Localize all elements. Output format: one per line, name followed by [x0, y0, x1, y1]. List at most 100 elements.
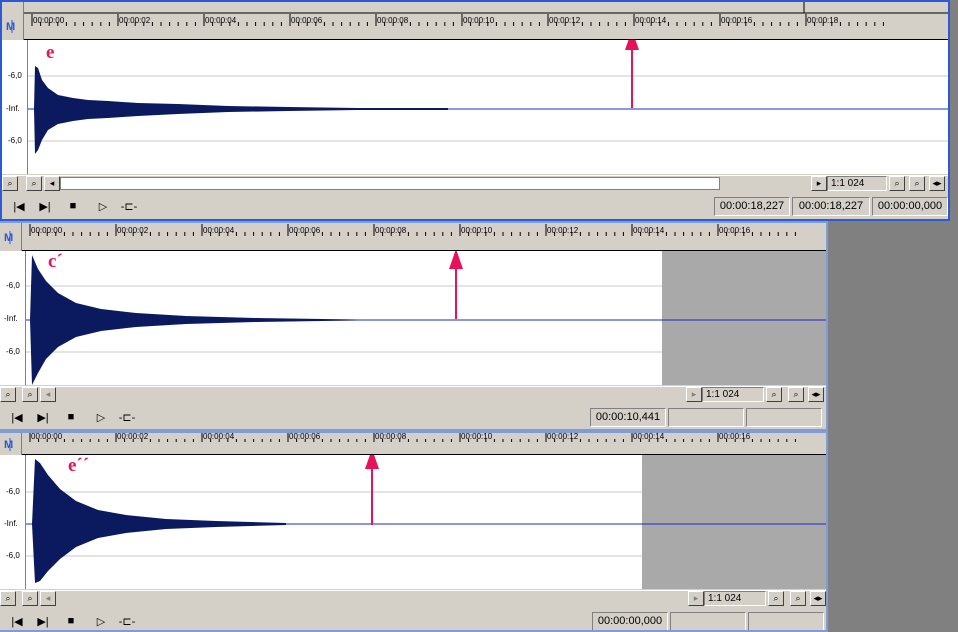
- waveform-svg: [26, 255, 826, 385]
- cursor-time-field: 00:00:10,441: [590, 408, 666, 427]
- svg-text:M: M: [6, 21, 15, 33]
- scroll-left-button[interactable]: ◂: [40, 387, 56, 402]
- svg-text:M: M: [4, 439, 13, 451]
- position-arrow: [365, 455, 379, 525]
- time-ruler[interactable]: 00:00:00 00:00:02 00:00:04 00:00:06 00:00:08…: [22, 433, 826, 455]
- timecode-icon: M: [4, 231, 13, 244]
- selection-end-field: [670, 612, 746, 630]
- go-to-end-button[interactable]: ▶|: [36, 198, 54, 214]
- zoom-in-icon: ⌕: [27, 389, 33, 399]
- zoom-in-button[interactable]: ⌕: [22, 387, 38, 402]
- zoom-fit-button[interactable]: ◂▸: [810, 591, 826, 606]
- scroll-right-button[interactable]: ▸: [686, 387, 702, 402]
- scroll-left-button[interactable]: ◂: [40, 591, 56, 606]
- ruler-corner: M: [2, 2, 24, 40]
- zoom-out-icon: ⌕: [771, 389, 777, 399]
- go-to-start-button[interactable]: |◀: [8, 613, 26, 629]
- scroll-left-button[interactable]: ◂: [44, 176, 60, 191]
- zoom-in-button[interactable]: ⌕: [909, 176, 925, 191]
- go-to-start-icon: |◀: [11, 615, 23, 628]
- zoom-in-button[interactable]: ⌕: [26, 176, 42, 191]
- selection-length-field: [748, 612, 824, 630]
- zoom-out-icon: ⌕: [5, 593, 11, 603]
- time-ruler[interactable]: 00:00:00 00:00:02 00:00:04 00:00:06 00:00:08…: [24, 2, 948, 40]
- waveform-area[interactable]: e´´: [26, 455, 826, 589]
- position-arrow: [449, 251, 463, 319]
- db-label: -6,0: [6, 347, 20, 356]
- position-arrow: [625, 40, 639, 108]
- waveform-svg: [28, 66, 948, 154]
- db-label: -Inf.: [4, 519, 18, 528]
- zoom-out-button[interactable]: ⌕: [2, 176, 18, 191]
- zoom-in-icon: ⌕: [31, 178, 37, 188]
- db-label: -6,0: [6, 487, 20, 496]
- horizontal-scrollbar[interactable]: ⌕ ⌕ ◂ ▸ 1:1 024 ⌕ ⌕ ◂▸: [2, 175, 948, 191]
- stop-icon: ■: [67, 615, 75, 627]
- zoom-out-button[interactable]: ⌕: [889, 176, 905, 191]
- zoom-in-button[interactable]: ⌕: [788, 387, 804, 402]
- go-to-start-button[interactable]: |◀: [8, 409, 26, 425]
- zoom-out-icon: ⌕: [5, 389, 11, 399]
- zoom-out-icon: ⌕: [773, 593, 779, 603]
- workspace-background: [828, 222, 958, 632]
- cursor-time-field: 00:00:18,227: [714, 197, 790, 216]
- db-label: -6,0: [6, 551, 20, 560]
- audio-window-1: M 00:00:00 00:00:02 00:00:04 00:00:06 00:00:…: [0, 0, 950, 221]
- horizontal-scrollbar[interactable]: ⌕ ⌕ ◂ ▸ 1:1 024 ⌕ ⌕ ◂▸: [0, 590, 826, 606]
- transport-bar: |◀ ▶| ■ ▷ -⊏- 00:00:10,441: [0, 405, 826, 429]
- zoom-in-icon: ⌕: [914, 178, 920, 188]
- waveform-svg: [26, 459, 826, 583]
- zoom-ratio-field[interactable]: 1:1 024: [704, 591, 766, 606]
- zoom-out-icon: ⌕: [7, 178, 13, 188]
- time-ruler[interactable]: 00:00:00 00:00:02 00:00:04 00:00:06 00:00:08…: [22, 223, 826, 251]
- go-to-end-icon: ▶|: [37, 411, 49, 424]
- note-marker-label: e´´: [68, 455, 90, 476]
- go-to-end-icon: ▶|: [39, 200, 51, 213]
- scrub-button[interactable]: -⊏-: [120, 198, 138, 214]
- zoom-fit-button[interactable]: ◂▸: [808, 387, 824, 402]
- go-to-start-button[interactable]: |◀: [10, 198, 28, 214]
- stop-button[interactable]: ■: [64, 198, 82, 214]
- waveform-area[interactable]: e: [28, 40, 948, 174]
- transport-bar: |◀ ▶| ■ ▷ -⊏- 00:00:00,000: [0, 609, 826, 630]
- zoom-ratio-field[interactable]: 1:1 024: [702, 387, 764, 402]
- zoom-in-icon: ⌕: [27, 593, 33, 603]
- zoom-out-icon: ⌕: [894, 178, 900, 188]
- cursor-time-field: 00:00:00,000: [592, 612, 668, 630]
- horizontal-scrollbar[interactable]: ⌕ ⌕ ◂ ▸ 1:1 024 ⌕ ⌕ ◂▸: [0, 386, 826, 402]
- db-label: -6,0: [6, 281, 20, 290]
- play-button[interactable]: ▷: [92, 613, 110, 629]
- stop-icon: ■: [69, 200, 77, 212]
- scroll-right-button[interactable]: ▸: [811, 176, 827, 191]
- scroll-right-button[interactable]: ▸: [688, 591, 704, 606]
- audio-window-3: M 00:00:00 00:00:02 00:00:04 00:00:06 00:00:…: [0, 431, 828, 632]
- zoom-ratio-field[interactable]: 1:1 024: [827, 176, 887, 191]
- zoom-fit-button[interactable]: ◂▸: [929, 176, 945, 191]
- ruler-corner: M: [0, 223, 22, 251]
- timecode-icon: M: [4, 438, 13, 451]
- waveform: [30, 255, 356, 385]
- stop-button[interactable]: ■: [62, 409, 80, 425]
- zoom-out-button[interactable]: ⌕: [768, 591, 784, 606]
- play-button[interactable]: ▷: [92, 409, 110, 425]
- waveform-area[interactable]: c´: [26, 251, 826, 385]
- stop-button[interactable]: ■: [62, 613, 80, 629]
- zoom-in-button[interactable]: ⌕: [22, 591, 38, 606]
- selection-length-field: [746, 408, 822, 427]
- zoom-out-button[interactable]: ⌕: [0, 591, 16, 606]
- zoom-in-button[interactable]: ⌕: [790, 591, 806, 606]
- scrub-button[interactable]: -⊏-: [118, 613, 136, 629]
- zoom-out-button[interactable]: ⌕: [766, 387, 782, 402]
- scroll-track[interactable]: [60, 177, 720, 190]
- go-to-end-button[interactable]: ▶|: [34, 409, 52, 425]
- play-button[interactable]: ▷: [94, 198, 112, 214]
- zoom-out-button[interactable]: ⌕: [0, 387, 16, 402]
- go-to-start-icon: |◀: [13, 200, 25, 213]
- go-to-end-button[interactable]: ▶|: [34, 613, 52, 629]
- scrub-icon: -⊏-: [118, 411, 136, 424]
- time-ruler-svg: 00:00:00 00:00:02 00:00:04 00:00:06 00:00:08…: [29, 224, 796, 236]
- scrub-button[interactable]: -⊏-: [118, 409, 136, 425]
- ruler-corner: M: [0, 433, 22, 455]
- stop-icon: ■: [67, 411, 75, 423]
- go-to-start-icon: |◀: [11, 411, 23, 424]
